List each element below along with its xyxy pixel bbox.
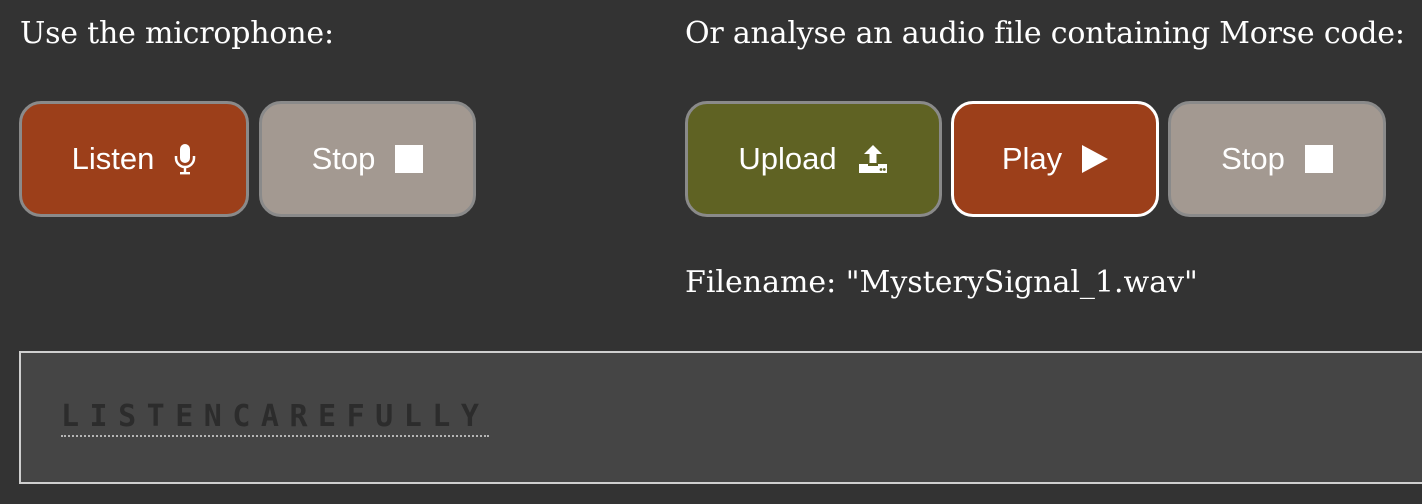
- audio-file-section-label: Or analyse an audio file containing Mors…: [685, 16, 1405, 51]
- stop-file-button[interactable]: Stop: [1168, 101, 1386, 217]
- listen-button[interactable]: Listen: [19, 101, 249, 217]
- decoded-text: LISTENCAREFULLY: [61, 399, 490, 437]
- stop-icon: [1304, 145, 1333, 173]
- play-icon: [1082, 145, 1109, 173]
- stop-icon: [395, 145, 424, 173]
- microphone-section-label: Use the microphone:: [20, 16, 334, 51]
- play-button[interactable]: Play: [951, 101, 1159, 217]
- filename-text: Filename: "MysterySignal_1.wav": [685, 265, 1198, 300]
- stop-microphone-button[interactable]: Stop: [259, 101, 476, 217]
- upload-button-label: Upload: [738, 141, 837, 176]
- upload-icon: [857, 143, 889, 175]
- upload-button[interactable]: Upload: [685, 101, 942, 217]
- decoded-output-panel: LISTENCAREFULLY: [19, 351, 1422, 484]
- microphone-icon: [174, 143, 196, 175]
- stop-microphone-button-label: Stop: [311, 141, 376, 176]
- stop-file-button-label: Stop: [1221, 141, 1285, 176]
- listen-button-label: Listen: [71, 141, 155, 176]
- play-button-label: Play: [1001, 141, 1063, 176]
